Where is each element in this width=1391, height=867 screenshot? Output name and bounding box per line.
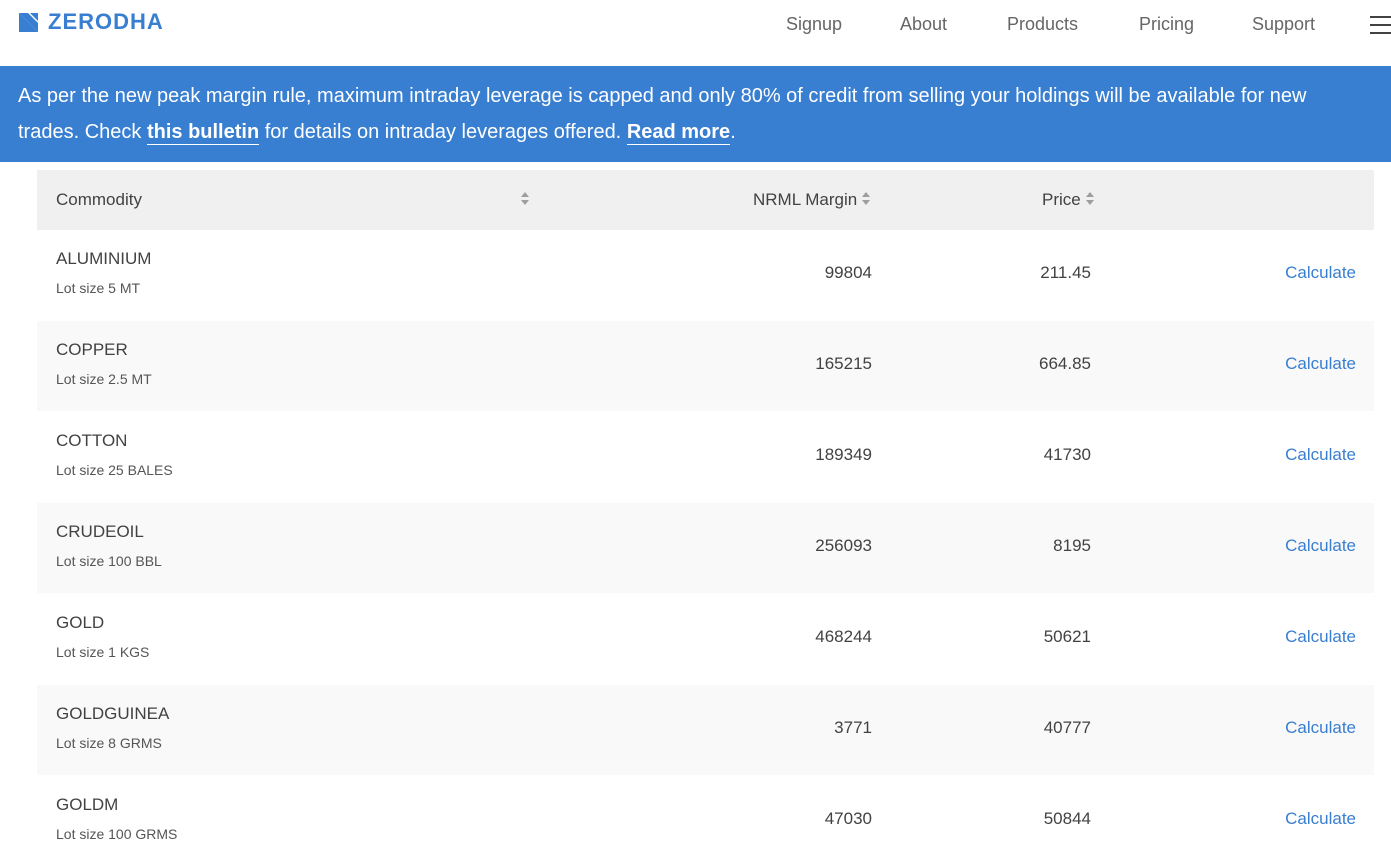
header-margin-label: NRML Margin: [753, 190, 858, 209]
lot-size: Lot size 8 GRMS: [56, 735, 162, 751]
table-row: COPPER Lot size 2.5 MT 165215 664.85 Cal…: [37, 321, 1374, 412]
banner-text-end: .: [730, 121, 736, 143]
price-value: 664.85: [1039, 354, 1091, 373]
nrml-margin-value: 468244: [815, 627, 872, 646]
calculate-link[interactable]: Calculate: [1285, 445, 1356, 465]
header-margin[interactable]: NRML Margin: [753, 170, 871, 230]
calculate-link[interactable]: Calculate: [1285, 627, 1356, 647]
table-row: GOLDGUINEA Lot size 8 GRMS 3771 40777 Ca…: [37, 685, 1374, 776]
commodity-name: GOLD: [56, 613, 105, 632]
header-commodity-label: Commodity: [56, 190, 142, 209]
peak-margin-banner: As per the new peak margin rule, maximum…: [0, 66, 1391, 162]
nrml-margin-value: 47030: [824, 809, 872, 828]
commodity-margin-table: Commodity NRML Margin Price ALUMINIUM Lo…: [37, 170, 1374, 867]
table-row: GOLDM Lot size 100 GRMS 47030 50844 Calc…: [37, 776, 1374, 867]
nav-about[interactable]: About: [900, 14, 947, 35]
lot-size: Lot size 100 BBL: [56, 553, 162, 569]
table-row: COTTON Lot size 25 BALES 189349 41730 Ca…: [37, 412, 1374, 503]
nav-support[interactable]: Support: [1252, 14, 1315, 35]
banner-text-line1: As per the new peak margin rule, maximum…: [18, 85, 1307, 107]
nav-signup[interactable]: Signup: [786, 14, 842, 35]
zerodha-logo-icon: [19, 12, 38, 32]
header-price-label: Price: [1042, 190, 1081, 209]
lot-size: Lot size 2.5 MT: [56, 371, 152, 387]
commodity-name: ALUMINIUM: [56, 249, 152, 268]
table-row: GOLD Lot size 1 KGS 468244 50621 Calcula…: [37, 594, 1374, 685]
nrml-margin-value: 165215: [815, 354, 872, 373]
price-value: 50844: [1043, 809, 1091, 828]
banner-text-line2-start: trades. Check: [18, 121, 147, 143]
nrml-margin-value: 3771: [834, 718, 872, 737]
commodity-name: CRUDEOIL: [56, 522, 144, 541]
zerodha-logo[interactable]: ZERODHA: [19, 9, 164, 35]
nrml-margin-value: 189349: [815, 445, 872, 464]
sort-commodity-icon[interactable]: [521, 192, 529, 206]
sort-margin-icon[interactable]: [862, 191, 871, 206]
sort-price-icon[interactable]: [1085, 191, 1094, 206]
header-price[interactable]: Price: [1042, 170, 1094, 230]
bulletin-link[interactable]: this bulletin: [146, 121, 260, 145]
calculate-link[interactable]: Calculate: [1285, 354, 1356, 374]
brand-name: ZERODHA: [48, 9, 164, 34]
commodity-name: COTTON: [56, 431, 128, 450]
calculate-link[interactable]: Calculate: [1285, 718, 1356, 738]
nav-pricing[interactable]: Pricing: [1139, 14, 1194, 35]
price-value: 40777: [1043, 718, 1091, 737]
read-more-link[interactable]: Read more: [626, 121, 731, 145]
hamburger-menu-icon[interactable]: [1370, 16, 1391, 34]
nrml-margin-value: 256093: [815, 536, 872, 555]
table-header: Commodity NRML Margin Price: [37, 170, 1374, 230]
price-value: 50621: [1043, 627, 1091, 646]
lot-size: Lot size 25 BALES: [56, 462, 173, 478]
lot-size: Lot size 5 MT: [56, 280, 141, 296]
commodity-name: GOLDGUINEA: [56, 704, 170, 723]
banner-text-middle: for details on intraday leverages offere…: [259, 121, 627, 143]
commodity-name: GOLDM: [56, 795, 119, 814]
price-value: 211.45: [1040, 263, 1091, 282]
calculate-link[interactable]: Calculate: [1285, 809, 1356, 829]
table-row: CRUDEOIL Lot size 100 BBL 256093 8195 Ca…: [37, 503, 1374, 594]
calculate-link[interactable]: Calculate: [1285, 263, 1356, 283]
calculate-link[interactable]: Calculate: [1285, 536, 1356, 556]
lot-size: Lot size 1 KGS: [56, 644, 150, 660]
top-header: ZERODHA Signup About Products Pricing Su…: [0, 0, 1391, 66]
nav-products[interactable]: Products: [1007, 14, 1078, 35]
nrml-margin-value: 99804: [824, 263, 872, 282]
price-value: 41730: [1043, 445, 1091, 464]
commodity-name: COPPER: [56, 340, 128, 359]
lot-size: Lot size 100 GRMS: [56, 826, 178, 842]
table-row: ALUMINIUM Lot size 5 MT 99804 211.45 Cal…: [37, 230, 1374, 321]
header-commodity[interactable]: Commodity: [56, 170, 142, 230]
price-value: 8195: [1053, 536, 1091, 555]
